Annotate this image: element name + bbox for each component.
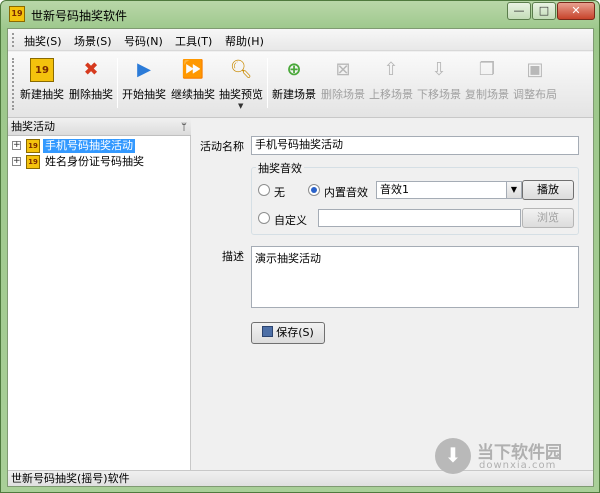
- toolbar-separator: [117, 58, 118, 108]
- radio-none[interactable]: [258, 184, 270, 196]
- lottery-node-icon: 19: [26, 139, 40, 153]
- delete-scene-button[interactable]: ⊠ 删除场景: [319, 56, 367, 108]
- builtin-sound-select[interactable]: 音效1 ▼: [376, 181, 522, 199]
- watermark-url: downxia.com: [479, 460, 557, 471]
- save-button[interactable]: 保存(S): [251, 322, 325, 344]
- watermark: ⬇ 当下软件园 downxia.com: [435, 438, 595, 478]
- layout-icon: ▣: [526, 59, 544, 80]
- window-title: 世新号码抽奖软件: [31, 9, 128, 23]
- browse-button[interactable]: 浏览: [522, 208, 574, 228]
- new-scene-button[interactable]: ⊕ 新建场景: [270, 56, 318, 108]
- pane-title: 抽奖活动: [11, 120, 55, 133]
- menu-scene[interactable]: 场景(S): [74, 33, 112, 49]
- continue-icon: ⏩: [181, 59, 205, 80]
- move-down-icon: ⇩: [431, 59, 447, 80]
- delete-scene-icon: ⊠: [335, 59, 351, 80]
- radio-none-label: 无: [274, 186, 285, 199]
- copy-scene-icon: ❐: [478, 59, 496, 80]
- toolbar: 19 新建抽奖 ✖ 删除抽奖 ▶ 开始抽奖 ⏩ 继续抽奖 🔍︎ 抽奖预览 ▼ ⊕…: [8, 52, 593, 118]
- minimize-button[interactable]: —: [507, 2, 531, 20]
- move-scene-up-button[interactable]: ⇧ 上移场景: [367, 56, 415, 108]
- radio-builtin-label: 内置音效: [324, 186, 368, 199]
- close-button[interactable]: ✕: [557, 2, 595, 20]
- play-icon: ▶: [137, 59, 151, 80]
- download-arrow-icon: ⬇: [435, 438, 471, 474]
- new-scene-icon: ⊕: [286, 59, 302, 80]
- save-disk-icon: [262, 326, 274, 337]
- delete-lottery-button[interactable]: ✖ 删除抽奖: [68, 56, 114, 108]
- activity-form: 活动名称 手机号码抽奖活动 抽奖音效 无 内置音效 音效1 ▼ 播放 自定义 浏…: [192, 119, 593, 470]
- description-label: 描述: [222, 250, 244, 263]
- menu-help[interactable]: 帮助(H): [225, 33, 264, 49]
- activity-name-input[interactable]: 手机号码抽奖活动: [251, 136, 579, 155]
- title-bar[interactable]: 19 世新号码抽奖软件 — □ ✕: [1, 1, 599, 27]
- copy-scene-button[interactable]: ❐ 复制场景: [463, 56, 511, 108]
- maximize-button[interactable]: □: [532, 2, 556, 20]
- menu-lottery[interactable]: 抽奖(S): [24, 33, 62, 49]
- radio-custom[interactable]: [258, 212, 270, 224]
- application-window: 19 世新号码抽奖软件 — □ ✕ 抽奖(S) 场景(S) 号码(N) 工具(T…: [0, 0, 600, 493]
- sound-group-legend: 抽奖音效: [256, 160, 304, 176]
- toolbar-grip[interactable]: [12, 58, 15, 110]
- toolbar-separator: [267, 58, 268, 108]
- new-lottery-icon: 19: [30, 58, 54, 82]
- pane-header: 抽奖活动 ᛘ: [8, 119, 191, 136]
- dropdown-caret-icon[interactable]: ▼: [238, 102, 243, 110]
- lottery-app-icon: 19: [9, 6, 25, 22]
- move-scene-down-button[interactable]: ⇩ 下移场景: [415, 56, 463, 108]
- menu-bar: 抽奖(S) 场景(S) 号码(N) 工具(T) 帮助(H): [8, 29, 593, 51]
- menu-number[interactable]: 号码(N): [124, 33, 163, 49]
- start-lottery-button[interactable]: ▶ 开始抽奖: [121, 56, 167, 108]
- lottery-preview-button[interactable]: 🔍︎ 抽奖预览 ▼: [217, 56, 265, 110]
- custom-sound-path-input[interactable]: [318, 209, 521, 227]
- play-button[interactable]: 播放: [522, 180, 574, 200]
- chevron-down-icon[interactable]: ▼: [506, 182, 521, 198]
- move-up-icon: ⇧: [383, 59, 399, 80]
- activity-name-label: 活动名称: [200, 140, 244, 153]
- delete-icon: ✖: [83, 59, 99, 80]
- lottery-tree-pane: 抽奖活动 ᛘ + 19 手机号码抽奖活动 + 19 姓名身份证号码抽奖: [8, 119, 191, 470]
- preview-search-icon: 🔍︎: [229, 59, 253, 80]
- radio-custom-label: 自定义: [274, 214, 307, 227]
- radio-builtin[interactable]: [308, 184, 320, 196]
- pin-icon[interactable]: ᛘ: [181, 120, 187, 136]
- menu-grip[interactable]: [12, 33, 15, 47]
- new-lottery-button[interactable]: 19 新建抽奖: [17, 56, 67, 108]
- client-area: 抽奖(S) 场景(S) 号码(N) 工具(T) 帮助(H) 19 新建抽奖 ✖ …: [7, 28, 594, 487]
- sound-effect-group: 抽奖音效 无 内置音效 音效1 ▼ 播放 自定义 浏览: [251, 160, 579, 235]
- menu-tools[interactable]: 工具(T): [175, 33, 212, 49]
- expand-icon[interactable]: +: [12, 157, 21, 166]
- lottery-node-icon: 19: [26, 155, 40, 169]
- continue-lottery-button[interactable]: ⏩ 继续抽奖: [169, 56, 217, 108]
- description-textarea[interactable]: 演示抽奖活动: [251, 246, 579, 308]
- expand-icon[interactable]: +: [12, 141, 21, 150]
- adjust-layout-button[interactable]: ▣ 调整布局: [511, 56, 559, 108]
